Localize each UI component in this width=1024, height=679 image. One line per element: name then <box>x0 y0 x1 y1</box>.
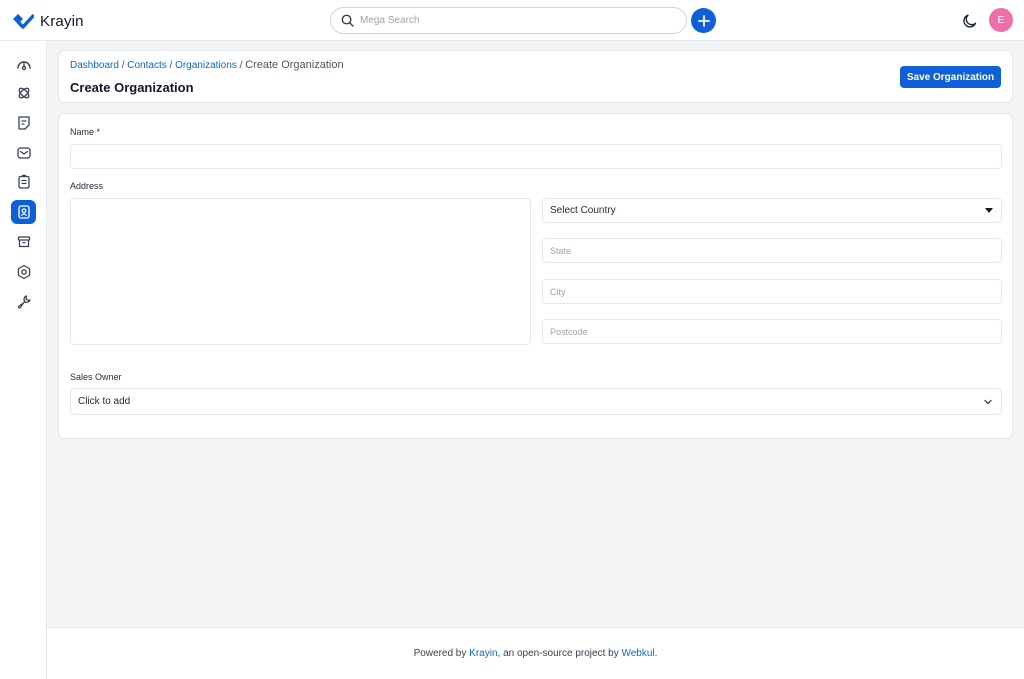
sidebar-item-dashboard[interactable] <box>11 52 36 76</box>
logo[interactable]: Krayin <box>12 11 84 31</box>
sidebar-item-contacts[interactable] <box>11 200 36 224</box>
country-select[interactable]: Select Country <box>542 198 1002 223</box>
postcode-input[interactable]: Postcode <box>542 319 1002 344</box>
address-label: Address <box>70 181 104 191</box>
dashboard-icon <box>16 61 31 71</box>
wrench-icon <box>17 295 31 309</box>
quotes-icon <box>17 116 30 130</box>
quick-create-button[interactable] <box>691 8 716 33</box>
footer: Powered by Krayin, an open-source projec… <box>47 627 1024 679</box>
organization-form: Name * Address Select Country State City… <box>58 113 1013 439</box>
sales-owner-value: Click to add <box>78 396 131 407</box>
moon-icon <box>963 14 977 28</box>
mega-search[interactable] <box>330 7 687 34</box>
user-avatar[interactable]: E <box>989 8 1013 32</box>
products-icon <box>17 236 30 248</box>
name-label: Name * <box>70 127 101 137</box>
footer-krayin-link[interactable]: Krayin <box>469 648 497 659</box>
breadcrumb-separator: / <box>121 60 125 71</box>
address-textarea[interactable] <box>70 198 531 345</box>
sales-owner-lookup[interactable]: Click to add <box>70 388 1002 415</box>
city-input[interactable]: City <box>542 279 1002 304</box>
state-input[interactable]: State <box>542 238 1002 263</box>
country-select-value: Select Country <box>550 205 616 216</box>
activities-icon <box>17 174 30 189</box>
caret-down-icon <box>985 208 993 213</box>
sales-owner-label: Sales Owner <box>70 372 122 382</box>
plus-icon <box>697 14 710 27</box>
contacts-icon <box>17 205 30 219</box>
breadcrumb-current: Create Organization <box>245 59 344 71</box>
sidebar-item-configuration[interactable] <box>11 290 36 314</box>
sidebar-item-mail[interactable] <box>11 141 36 165</box>
sidebar-item-activities[interactable] <box>11 170 36 194</box>
footer-middle: , an open-source project by <box>497 648 619 659</box>
footer-prefix: Powered by <box>413 648 467 659</box>
top-bar: Krayin E <box>0 0 1024 41</box>
sidebar-item-leads[interactable] <box>11 81 36 105</box>
breadcrumb-separator: / <box>239 60 243 71</box>
mail-icon <box>16 147 31 159</box>
leads-icon <box>18 87 29 99</box>
chevron-down-icon <box>984 399 992 404</box>
app-name: Krayin <box>40 12 84 30</box>
page-title: Create Organization <box>70 80 194 95</box>
footer-suffix: . <box>654 648 658 659</box>
breadcrumb: Dashboard / Contacts / Organizations / C… <box>70 59 344 71</box>
page-header: Dashboard / Contacts / Organizations / C… <box>58 50 1013 103</box>
breadcrumb-organizations[interactable]: Organizations <box>175 60 237 71</box>
save-organization-button[interactable]: Save Organization <box>900 66 1001 88</box>
sidebar-item-settings[interactable] <box>11 260 36 284</box>
sidebar-item-products[interactable] <box>11 230 36 254</box>
krayin-logo-icon <box>13 14 34 29</box>
footer-webkul-link[interactable]: Webkul <box>621 648 654 659</box>
dark-mode-toggle[interactable] <box>961 12 979 30</box>
name-input[interactable] <box>70 144 1002 169</box>
breadcrumb-dashboard[interactable]: Dashboard <box>70 60 119 71</box>
search-input[interactable] <box>360 15 660 26</box>
sidebar-item-quotes[interactable] <box>11 111 36 135</box>
sidebar <box>0 41 47 679</box>
settings-icon <box>17 264 30 280</box>
breadcrumb-separator: / <box>169 60 173 71</box>
breadcrumb-contacts[interactable]: Contacts <box>127 60 166 71</box>
search-icon <box>341 14 354 27</box>
